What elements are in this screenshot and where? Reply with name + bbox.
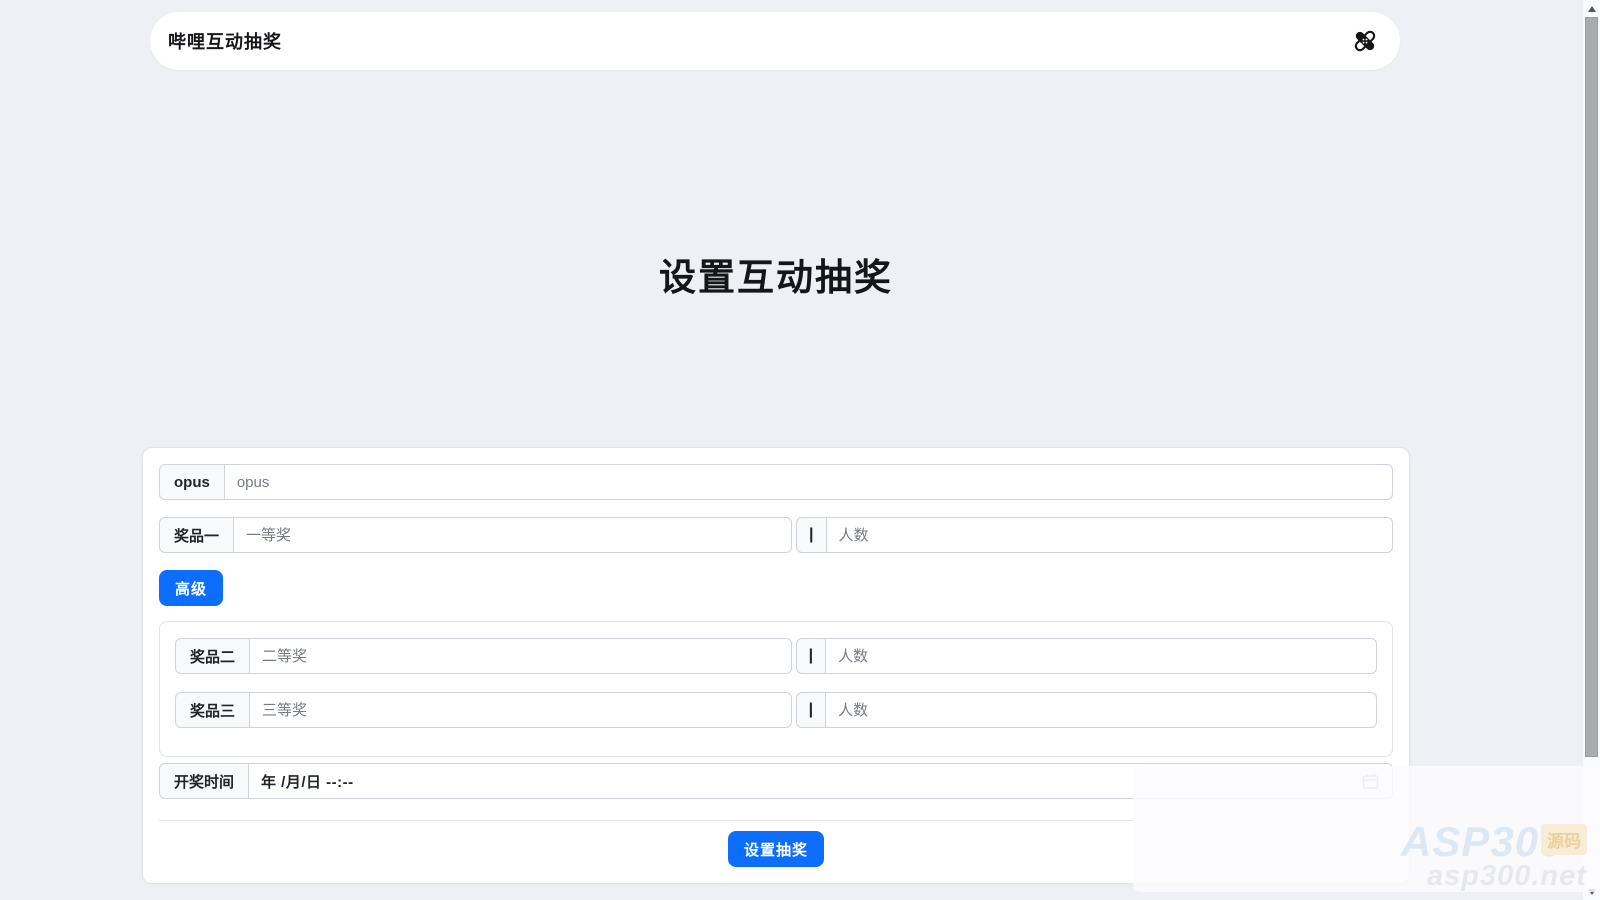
watermark-site: asp300.net xyxy=(1427,860,1587,893)
advanced-prizes-card: 奖品二 | 奖品三 | xyxy=(159,621,1393,757)
watermark-overlay: ASP300 源码 asp300.net xyxy=(1133,766,1600,892)
prize2-row: 奖品二 | xyxy=(175,638,1377,674)
submit-button[interactable]: 设置抽奖 xyxy=(728,831,824,867)
opus-input[interactable] xyxy=(225,464,1393,500)
prize1-name-group: 奖品一 xyxy=(159,517,792,553)
prize1-label: 奖品一 xyxy=(159,517,234,553)
triangle-up-icon xyxy=(1588,6,1596,12)
prize1-separator: | xyxy=(796,517,826,553)
prize3-label: 奖品三 xyxy=(175,692,250,728)
crossed-bandages-icon-svg xyxy=(1352,28,1378,54)
prize1-row: 奖品一 | xyxy=(159,517,1393,553)
watermark-badge: 源码 xyxy=(1541,824,1587,855)
prize2-count-group: | xyxy=(796,638,1377,674)
scrollbar-thumb[interactable] xyxy=(1585,17,1598,757)
crossed-bandages-icon[interactable] xyxy=(1352,28,1378,54)
prize3-separator: | xyxy=(796,692,826,728)
prize2-name-input[interactable] xyxy=(250,638,792,674)
prize3-name-group: 奖品三 xyxy=(175,692,792,728)
prize1-name-input[interactable] xyxy=(234,517,792,553)
prize2-name-group: 奖品二 xyxy=(175,638,792,674)
prize2-count-input[interactable] xyxy=(826,638,1377,674)
prize3-count-input[interactable] xyxy=(826,692,1377,728)
prize1-count-input[interactable] xyxy=(827,517,1393,553)
header-bar: 哔哩互动抽奖 xyxy=(150,12,1400,70)
prize2-label: 奖品二 xyxy=(175,638,250,674)
prize1-count-group: | xyxy=(796,517,1393,553)
opus-label: opus xyxy=(159,464,225,500)
prize3-name-input[interactable] xyxy=(250,692,792,728)
watermark-brand: ASP300 xyxy=(1401,818,1563,866)
app-title: 哔哩互动抽奖 xyxy=(168,28,282,54)
draw-time-value: 年 /月/日 --:-- xyxy=(261,771,354,792)
advanced-button[interactable]: 高级 xyxy=(159,570,223,606)
prize2-separator: | xyxy=(796,638,826,674)
opus-input-group: opus xyxy=(159,464,1393,500)
prize3-row: 奖品三 | xyxy=(175,692,1377,728)
scrollbar[interactable] xyxy=(1583,0,1600,900)
page-title: 设置互动抽奖 xyxy=(142,247,1410,301)
scroll-up-arrow[interactable] xyxy=(1583,0,1600,17)
draw-time-label: 开奖时间 xyxy=(159,763,249,799)
prize3-count-group: | xyxy=(796,692,1377,728)
